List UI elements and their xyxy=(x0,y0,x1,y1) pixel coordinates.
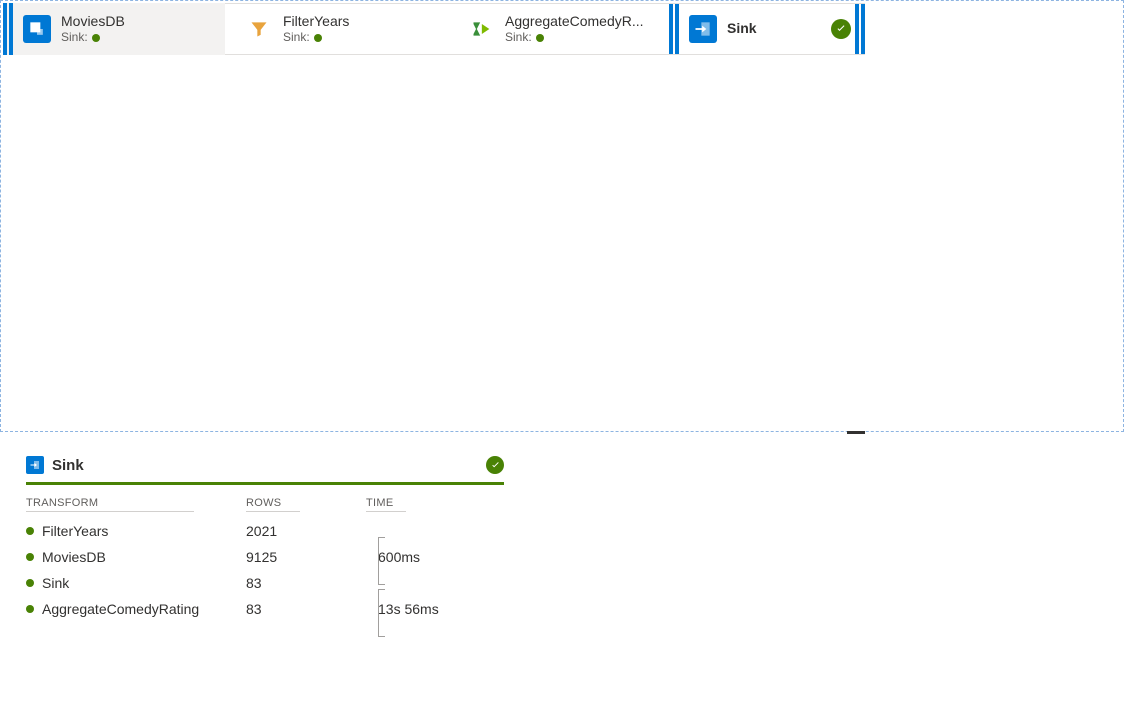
source-icon xyxy=(23,15,51,43)
col-transform: TRANSFORM xyxy=(26,493,194,512)
status-dot-icon xyxy=(26,605,34,613)
sink-icon xyxy=(689,15,717,43)
node-title: FilterYears xyxy=(283,13,349,31)
selection-accent xyxy=(669,4,673,54)
node-subtitle: Sink: xyxy=(505,30,644,45)
flow-row: MoviesDB Sink: FilterYears Sink: xyxy=(3,3,1121,55)
node-filteryears[interactable]: FilterYears Sink: xyxy=(225,3,459,55)
status-dot-icon xyxy=(26,579,34,587)
node-moviesdb[interactable]: MoviesDB Sink: xyxy=(3,3,237,55)
panel-title: Sink xyxy=(52,457,84,474)
success-check-icon xyxy=(831,19,851,39)
node-sink[interactable]: Sink xyxy=(669,3,865,55)
node-title: Sink xyxy=(727,20,757,38)
col-time: TIME xyxy=(366,493,406,512)
aggregate-icon xyxy=(467,15,495,43)
group-bracket xyxy=(378,589,386,637)
panel-header: Sink xyxy=(26,456,504,485)
selection-accent xyxy=(855,4,859,54)
node-subtitle: Sink: xyxy=(61,30,125,45)
metrics-table: TRANSFORM ROWS TIME FilterYears 2021 Mov… xyxy=(26,493,1098,622)
filter-icon xyxy=(245,15,273,43)
details-panel: Sink TRANSFORM ROWS TIME FilterYears 202… xyxy=(0,432,1124,622)
selection-accent xyxy=(861,4,865,54)
node-aggregate[interactable]: AggregateComedyR... Sink: xyxy=(447,3,681,55)
node-subtitle: Sink: xyxy=(283,30,349,45)
status-dot-icon xyxy=(26,553,34,561)
selection-accent xyxy=(3,3,7,55)
node-title: AggregateComedyR... xyxy=(505,13,644,31)
status-dot-icon xyxy=(314,34,322,42)
selection-accent xyxy=(675,4,679,54)
status-dot-icon xyxy=(26,527,34,535)
status-dot-icon xyxy=(536,34,544,42)
sink-icon xyxy=(26,456,44,474)
status-dot-icon xyxy=(92,34,100,42)
resize-handle[interactable] xyxy=(847,431,865,434)
success-check-icon xyxy=(486,456,504,474)
selection-accent xyxy=(9,3,13,55)
flow-canvas[interactable]: MoviesDB Sink: FilterYears Sink: xyxy=(0,0,1124,432)
node-title: MoviesDB xyxy=(61,13,125,31)
col-rows: ROWS xyxy=(246,493,300,512)
